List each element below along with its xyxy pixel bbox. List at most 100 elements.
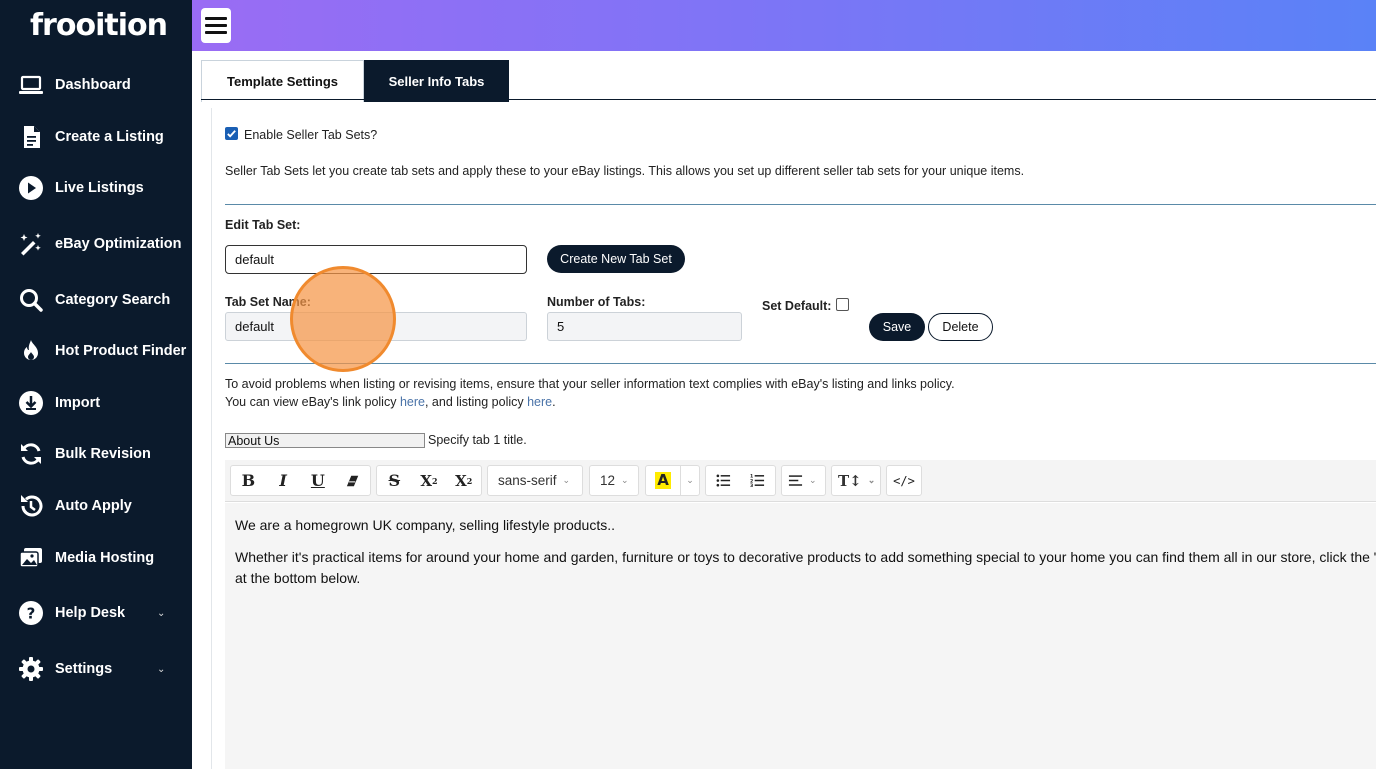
flame-icon bbox=[17, 337, 45, 365]
text-height-dropdown[interactable]: T↕ ⌄ bbox=[831, 465, 881, 496]
editor-paragraph: We are a homegrown UK company, selling l… bbox=[235, 517, 615, 533]
enable-seller-tabs-checkbox[interactable] bbox=[225, 127, 238, 140]
checkmark-icon bbox=[227, 130, 236, 138]
chevron-down-icon: ⌄ bbox=[809, 475, 817, 485]
sidebar-item-label: Live Listings bbox=[55, 180, 144, 196]
chevron-down-icon: ⌄ bbox=[157, 663, 166, 675]
strikethrough-button[interactable]: S bbox=[377, 466, 412, 495]
sidebar-item-auto-apply[interactable]: Auto Apply bbox=[0, 486, 192, 526]
underline-button[interactable]: U bbox=[301, 466, 336, 495]
magic-wand-icon bbox=[17, 230, 45, 258]
sidebar-item-hot-product-finder[interactable]: Hot Product Finder bbox=[0, 331, 192, 371]
subscript-button[interactable]: X2 bbox=[446, 466, 481, 495]
policy-text: . bbox=[552, 395, 556, 409]
svg-text:3: 3 bbox=[750, 483, 753, 488]
enable-seller-tabs-label: Enable Seller Tab Sets? bbox=[244, 128, 378, 142]
images-icon bbox=[17, 544, 45, 572]
menu-toggle-button[interactable] bbox=[201, 8, 231, 43]
link-policy-link[interactable]: here bbox=[400, 395, 425, 409]
sidebar-item-dashboard[interactable]: Dashboard bbox=[0, 65, 192, 105]
content-border bbox=[211, 108, 212, 769]
edit-tab-set-label: Edit Tab Set: bbox=[225, 218, 301, 232]
font-family-dropdown[interactable]: sans-serif ⌄ bbox=[487, 465, 583, 496]
refresh-icon bbox=[17, 440, 45, 468]
create-new-tab-set-button[interactable]: Create New Tab Set bbox=[547, 245, 685, 273]
policy-text: You can view eBay's link policy bbox=[225, 395, 400, 409]
tab-set-name-label: Tab Set Name: bbox=[225, 295, 311, 309]
edit-tab-set-select[interactable]: default bbox=[225, 245, 527, 274]
sidebar-item-label: eBay Optimization bbox=[55, 236, 182, 252]
bold-button[interactable]: B bbox=[231, 466, 266, 495]
text-color-group: A ⌄ bbox=[645, 465, 700, 496]
help-circle-icon: ? bbox=[17, 599, 45, 627]
sidebar-item-live-listings[interactable]: Live Listings bbox=[0, 168, 192, 208]
sidebar-item-label: Settings bbox=[55, 661, 113, 677]
sidebar-item-label: Media Hosting bbox=[55, 550, 155, 566]
tab-template-settings[interactable]: Template Settings bbox=[201, 60, 364, 102]
tab-set-name-input[interactable]: default bbox=[225, 312, 527, 341]
svg-text:?: ? bbox=[27, 605, 36, 623]
numbered-list-icon[interactable]: 123 bbox=[741, 466, 776, 495]
sidebar: frooition Dashboard Create a Listing Liv… bbox=[0, 0, 192, 769]
code-view-icon[interactable]: </> bbox=[887, 466, 921, 495]
chevron-down-icon: ⌄ bbox=[157, 607, 166, 619]
tab-title-input[interactable]: About Us bbox=[225, 433, 425, 448]
section-divider bbox=[225, 204, 1376, 205]
delete-button[interactable]: Delete bbox=[928, 313, 993, 341]
sidebar-item-ebay-optimization[interactable]: eBay Optimization bbox=[0, 224, 192, 264]
italic-button[interactable]: I bbox=[266, 466, 301, 495]
set-default-checkbox[interactable] bbox=[836, 298, 849, 311]
text-style-group: B I U bbox=[230, 465, 371, 496]
sidebar-item-media-hosting[interactable]: Media Hosting bbox=[0, 538, 192, 578]
sidebar-item-label: Category Search bbox=[55, 292, 171, 308]
tab-title-hint: Specify tab 1 title. bbox=[428, 433, 527, 447]
hamburger-line bbox=[205, 31, 227, 34]
policy-text: , and listing policy bbox=[424, 395, 528, 409]
document-icon bbox=[17, 123, 45, 151]
list-group: 123 bbox=[705, 465, 776, 496]
set-default-label: Set Default: bbox=[762, 299, 832, 313]
save-button[interactable]: Save bbox=[869, 313, 925, 341]
frooition-logo[interactable]: frooition bbox=[30, 8, 168, 43]
listing-policy-link[interactable]: here bbox=[527, 395, 552, 409]
chevron-down-icon: ⌄ bbox=[562, 475, 571, 485]
bullet-list-icon[interactable] bbox=[706, 466, 741, 495]
policy-links-line: You can view eBay's link policy here, an… bbox=[225, 395, 556, 409]
hamburger-line bbox=[205, 24, 227, 27]
sidebar-item-label: Dashboard bbox=[55, 77, 131, 93]
font-family-value: sans-serif bbox=[498, 473, 557, 488]
sidebar-item-label: Bulk Revision bbox=[55, 446, 151, 462]
sidebar-item-bulk-revision[interactable]: Bulk Revision bbox=[0, 434, 192, 474]
play-circle-icon bbox=[17, 174, 45, 202]
history-icon bbox=[17, 492, 45, 520]
sidebar-item-category-search[interactable]: Category Search bbox=[0, 280, 192, 320]
sidebar-item-import[interactable]: Import bbox=[0, 383, 192, 423]
editor-content[interactable]: We are a homegrown UK company, selling l… bbox=[225, 503, 1376, 769]
policy-notice: To avoid problems when listing or revisi… bbox=[225, 377, 955, 391]
script-group: S X2 X2 bbox=[376, 465, 482, 496]
chevron-down-icon[interactable]: ⌄ bbox=[680, 466, 699, 495]
superscript-button[interactable]: X2 bbox=[412, 466, 447, 495]
top-bar bbox=[192, 0, 1376, 51]
sidebar-item-label: Import bbox=[55, 395, 101, 411]
align-left-icon bbox=[788, 475, 803, 486]
editor-toolbar: B I U S X2 X2 sans-serif ⌄ 12 ⌄ A ⌄ 123 ⌄ bbox=[225, 460, 1376, 502]
number-of-tabs-input[interactable]: 5 bbox=[547, 312, 742, 341]
tab-seller-info[interactable]: Seller Info Tabs bbox=[364, 60, 509, 102]
tab-divider bbox=[201, 99, 1376, 100]
chevron-down-icon: ⌄ bbox=[621, 475, 629, 485]
laptop-icon bbox=[17, 71, 45, 99]
number-of-tabs-label: Number of Tabs: bbox=[547, 295, 646, 309]
editor-line: at the bottom below. bbox=[235, 570, 361, 586]
sidebar-item-create-listing[interactable]: Create a Listing bbox=[0, 117, 192, 157]
sidebar-item-help-desk[interactable]: ? Help Desk ⌄ bbox=[0, 593, 192, 633]
download-circle-icon bbox=[17, 389, 45, 417]
eraser-icon[interactable] bbox=[335, 466, 370, 495]
sidebar-item-settings[interactable]: Settings ⌄ bbox=[0, 649, 192, 689]
paragraph-align-dropdown[interactable]: ⌄ bbox=[781, 465, 826, 496]
sidebar-item-label: Hot Product Finder bbox=[55, 343, 187, 359]
highlight-color-button[interactable]: A bbox=[646, 466, 680, 495]
font-size-dropdown[interactable]: 12 ⌄ bbox=[589, 465, 639, 496]
section-divider bbox=[225, 363, 1376, 364]
chevron-down-icon: ⌄ bbox=[867, 475, 876, 486]
